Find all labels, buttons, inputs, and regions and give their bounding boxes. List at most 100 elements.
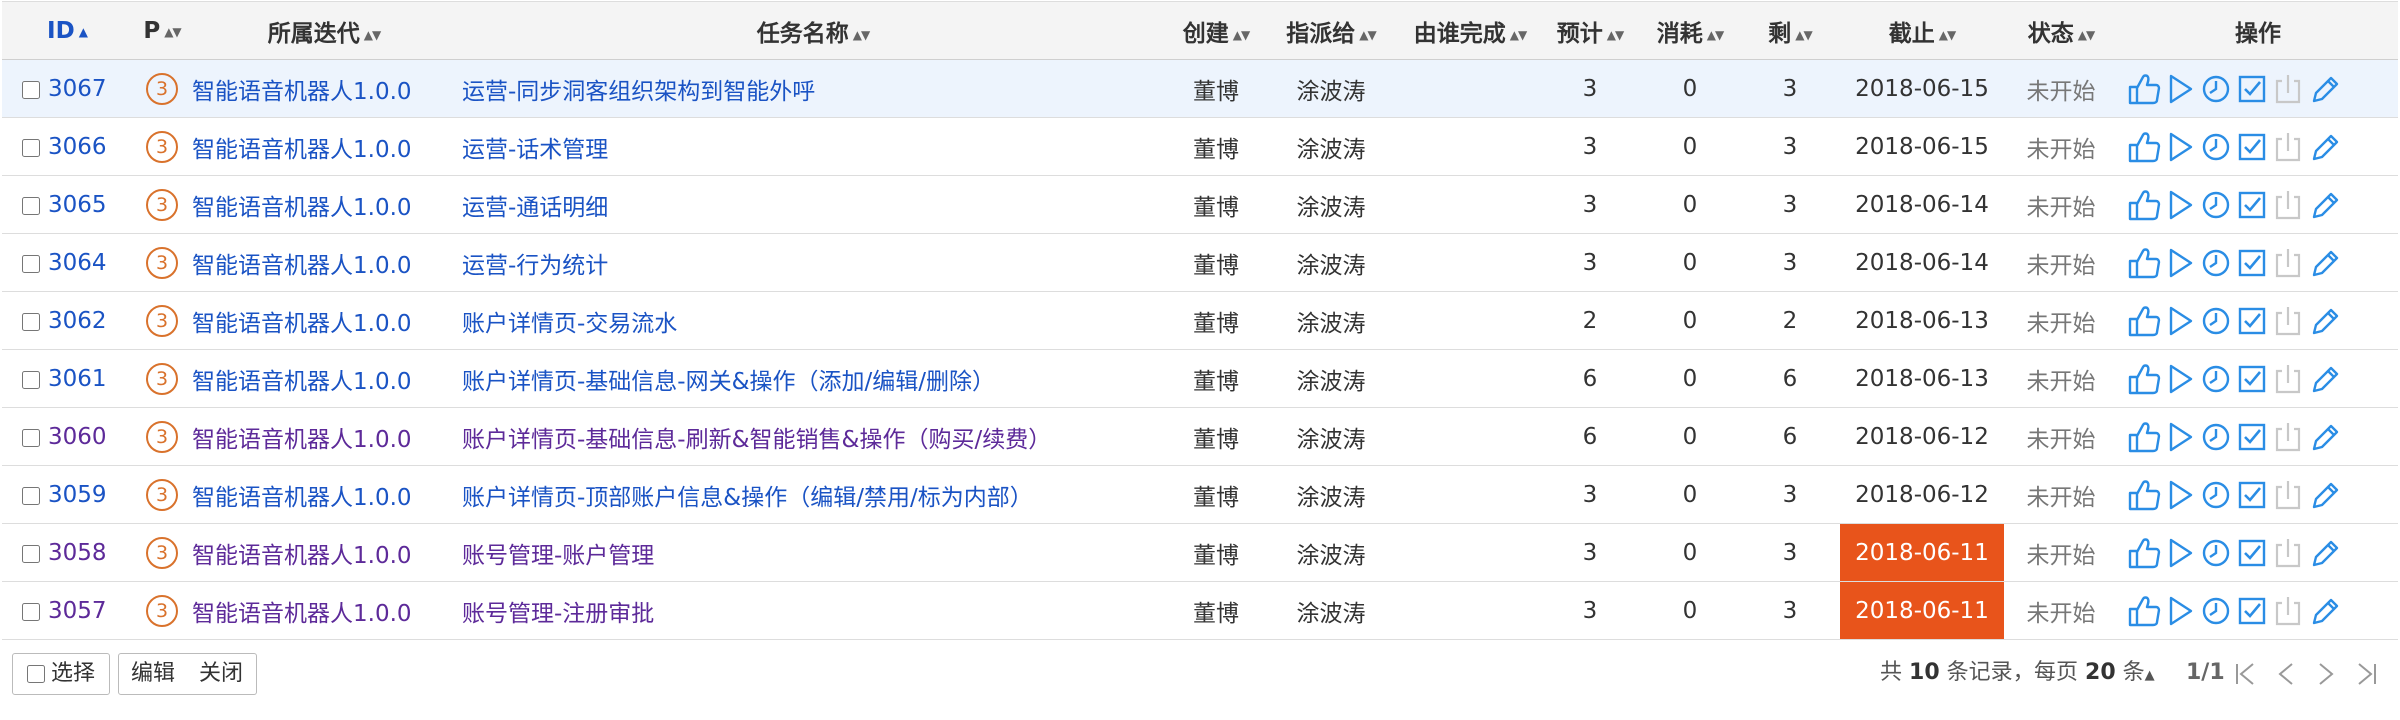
thumbs-up-icon[interactable]	[2126, 185, 2162, 225]
task-id-link[interactable]: 3065	[48, 192, 107, 218]
sort-header-consumed[interactable]: 消耗 ▲▼	[1640, 1, 1740, 60]
batch-close-button[interactable]: 关闭	[186, 653, 257, 695]
table-row[interactable]: 3067 3 智能语音机器人1.0.0 运营-同步洞客组织架构到智能外呼 董博 …	[2, 59, 2398, 118]
sort-header-id[interactable]: ID ▲	[2, 1, 132, 60]
task-name-link[interactable]: 运营-通话明细	[462, 195, 608, 221]
thumbs-up-icon[interactable]	[2126, 301, 2162, 341]
task-name-link[interactable]: 账户详情页-基础信息-网关&操作（添加/编辑/删除）	[462, 369, 995, 395]
iteration-link[interactable]: 智能语音机器人1.0.0	[192, 427, 412, 453]
task-name-link[interactable]: 账户详情页-交易流水	[462, 311, 677, 337]
iteration-link[interactable]: 智能语音机器人1.0.0	[192, 253, 412, 279]
iteration-link[interactable]: 智能语音机器人1.0.0	[192, 543, 412, 569]
sort-header-estimate[interactable]: 预计 ▲▼	[1540, 1, 1640, 60]
row-checkbox[interactable]	[22, 428, 40, 447]
sort-header-deadline[interactable]: 截止 ▲▼	[1840, 1, 2004, 60]
play-icon[interactable]	[2162, 359, 2198, 399]
checkbox-icon[interactable]	[2234, 185, 2270, 225]
checkbox-icon[interactable]	[2234, 417, 2270, 457]
clock-icon[interactable]	[2198, 475, 2234, 515]
thumbs-up-icon[interactable]	[2126, 69, 2162, 109]
clock-icon[interactable]	[2198, 533, 2234, 573]
task-id-link[interactable]: 3059	[48, 482, 107, 508]
checkbox-icon[interactable]	[2234, 475, 2270, 515]
sort-header-finisher[interactable]: 由谁完成 ▲▼	[1400, 1, 1540, 60]
row-checkbox[interactable]	[22, 370, 40, 389]
clock-icon[interactable]	[2198, 359, 2234, 399]
sort-header-iteration[interactable]: 所属迭代 ▲▼	[192, 1, 456, 60]
sort-header-status[interactable]: 状态 ▲▼	[2004, 1, 2118, 60]
pencil-icon[interactable]	[2306, 243, 2342, 283]
table-row[interactable]: 3062 3 智能语音机器人1.0.0 账户详情页-交易流水 董博 涂波涛 2 …	[2, 291, 2398, 350]
clock-icon[interactable]	[2198, 243, 2234, 283]
play-icon[interactable]	[2162, 533, 2198, 573]
task-id-link[interactable]: 3057	[48, 598, 107, 624]
pencil-icon[interactable]	[2306, 475, 2342, 515]
sort-header-priority[interactable]: P ▲▼	[132, 1, 192, 60]
play-icon[interactable]	[2162, 243, 2198, 283]
pencil-icon[interactable]	[2306, 591, 2342, 631]
sort-header-assignee[interactable]: 指派给 ▲▼	[1262, 1, 1400, 60]
task-id-link[interactable]: 3067	[48, 76, 107, 102]
sort-header-left[interactable]: 剩 ▲▼	[1740, 1, 1840, 60]
checkbox-icon[interactable]	[2234, 243, 2270, 283]
task-id-link[interactable]: 3061	[48, 366, 107, 392]
task-name-link[interactable]: 账号管理-账户管理	[462, 543, 654, 569]
table-row[interactable]: 3065 3 智能语音机器人1.0.0 运营-通话明细 董博 涂波涛 3 0 3…	[2, 175, 2398, 234]
thumbs-up-icon[interactable]	[2126, 475, 2162, 515]
thumbs-up-icon[interactable]	[2126, 533, 2162, 573]
batch-edit-button[interactable]: 编辑	[118, 653, 188, 695]
task-id-link[interactable]: 3064	[48, 250, 107, 276]
play-icon[interactable]	[2162, 475, 2198, 515]
checkbox-icon[interactable]	[2234, 591, 2270, 631]
clock-icon[interactable]	[2198, 301, 2234, 341]
task-id-link[interactable]: 3060	[48, 424, 107, 450]
iteration-link[interactable]: 智能语音机器人1.0.0	[192, 137, 412, 163]
first-page-icon[interactable]	[2232, 661, 2260, 687]
task-id-link[interactable]: 3058	[48, 540, 107, 566]
checkbox-icon[interactable]	[2234, 127, 2270, 167]
next-page-icon[interactable]	[2312, 661, 2340, 687]
pencil-icon[interactable]	[2306, 185, 2342, 225]
table-row[interactable]: 3060 3 智能语音机器人1.0.0 账户详情页-基础信息-刷新&智能销售&操…	[2, 407, 2398, 466]
play-icon[interactable]	[2162, 69, 2198, 109]
thumbs-up-icon[interactable]	[2126, 127, 2162, 167]
play-icon[interactable]	[2162, 417, 2198, 457]
iteration-link[interactable]: 智能语音机器人1.0.0	[192, 195, 412, 221]
checkbox-icon[interactable]	[2234, 359, 2270, 399]
select-all-button[interactable]: 选择	[12, 653, 110, 695]
table-row[interactable]: 3064 3 智能语音机器人1.0.0 运营-行为统计 董博 涂波涛 3 0 3…	[2, 233, 2398, 292]
row-checkbox[interactable]	[22, 254, 40, 273]
table-row[interactable]: 3057 3 智能语音机器人1.0.0 账号管理-注册审批 董博 涂波涛 3 0…	[2, 581, 2398, 640]
clock-icon[interactable]	[2198, 69, 2234, 109]
checkbox-icon[interactable]	[2234, 301, 2270, 341]
iteration-link[interactable]: 智能语音机器人1.0.0	[192, 485, 412, 511]
thumbs-up-icon[interactable]	[2126, 359, 2162, 399]
table-row[interactable]: 3058 3 智能语音机器人1.0.0 账号管理-账户管理 董博 涂波涛 3 0…	[2, 523, 2398, 582]
thumbs-up-icon[interactable]	[2126, 417, 2162, 457]
iteration-link[interactable]: 智能语音机器人1.0.0	[192, 311, 412, 337]
sort-header-task-name[interactable]: 任务名称 ▲▼	[456, 1, 1170, 60]
play-icon[interactable]	[2162, 591, 2198, 631]
task-name-link[interactable]: 账户详情页-基础信息-刷新&智能销售&操作（购买/续费）	[462, 427, 1051, 453]
task-id-link[interactable]: 3062	[48, 308, 107, 334]
thumbs-up-icon[interactable]	[2126, 243, 2162, 283]
clock-icon[interactable]	[2198, 417, 2234, 457]
checkbox-icon[interactable]	[2234, 69, 2270, 109]
last-page-icon[interactable]	[2352, 661, 2380, 687]
table-row[interactable]: 3061 3 智能语音机器人1.0.0 账户详情页-基础信息-网关&操作（添加/…	[2, 349, 2398, 408]
task-name-link[interactable]: 运营-话术管理	[462, 137, 608, 163]
task-id-link[interactable]: 3066	[48, 134, 107, 160]
pencil-icon[interactable]	[2306, 69, 2342, 109]
table-row[interactable]: 3066 3 智能语音机器人1.0.0 运营-话术管理 董博 涂波涛 3 0 3…	[2, 117, 2398, 176]
select-all-checkbox[interactable]	[26, 665, 45, 683]
play-icon[interactable]	[2162, 127, 2198, 167]
pencil-icon[interactable]	[2306, 127, 2342, 167]
clock-icon[interactable]	[2198, 591, 2234, 631]
row-checkbox[interactable]	[22, 486, 40, 505]
per-page-selector[interactable]: 每页 20 条▲	[2034, 653, 2155, 693]
task-name-link[interactable]: 运营-同步洞客组织架构到智能外呼	[462, 79, 815, 105]
task-name-link[interactable]: 账户详情页-顶部账户信息&操作（编辑/禁用/标为内部）	[462, 485, 1033, 511]
row-checkbox[interactable]	[22, 196, 40, 215]
prev-page-icon[interactable]	[2272, 661, 2300, 687]
pencil-icon[interactable]	[2306, 533, 2342, 573]
